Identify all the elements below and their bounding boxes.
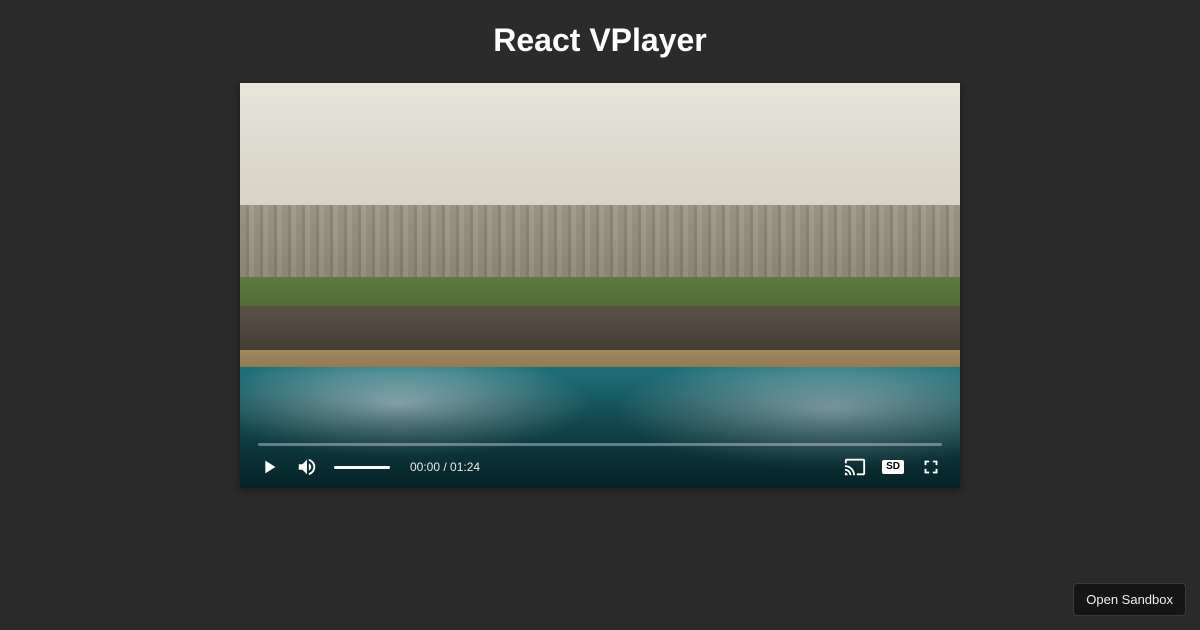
- duration: 01:24: [450, 460, 480, 474]
- video-controls: 00:00 / 01:24 SD: [240, 443, 960, 488]
- open-sandbox-button[interactable]: Open Sandbox: [1073, 583, 1186, 616]
- current-time: 00:00: [410, 460, 440, 474]
- volume-icon: [296, 456, 318, 478]
- time-separator: /: [440, 460, 450, 474]
- play-icon: [258, 456, 280, 478]
- time-display: 00:00 / 01:24: [410, 460, 480, 474]
- play-button[interactable]: [258, 456, 280, 478]
- video-thumbnail: [240, 83, 960, 488]
- page-title: React VPlayer: [0, 0, 1200, 59]
- volume-slider[interactable]: [334, 466, 390, 469]
- volume-button[interactable]: [296, 456, 318, 478]
- video-player[interactable]: 00:00 / 01:24 SD: [240, 83, 960, 488]
- fullscreen-icon: [920, 456, 942, 478]
- cast-icon: [844, 456, 866, 478]
- progress-bar[interactable]: [258, 443, 942, 446]
- quality-button[interactable]: SD: [882, 460, 904, 474]
- cast-button[interactable]: [844, 456, 866, 478]
- fullscreen-button[interactable]: [920, 456, 942, 478]
